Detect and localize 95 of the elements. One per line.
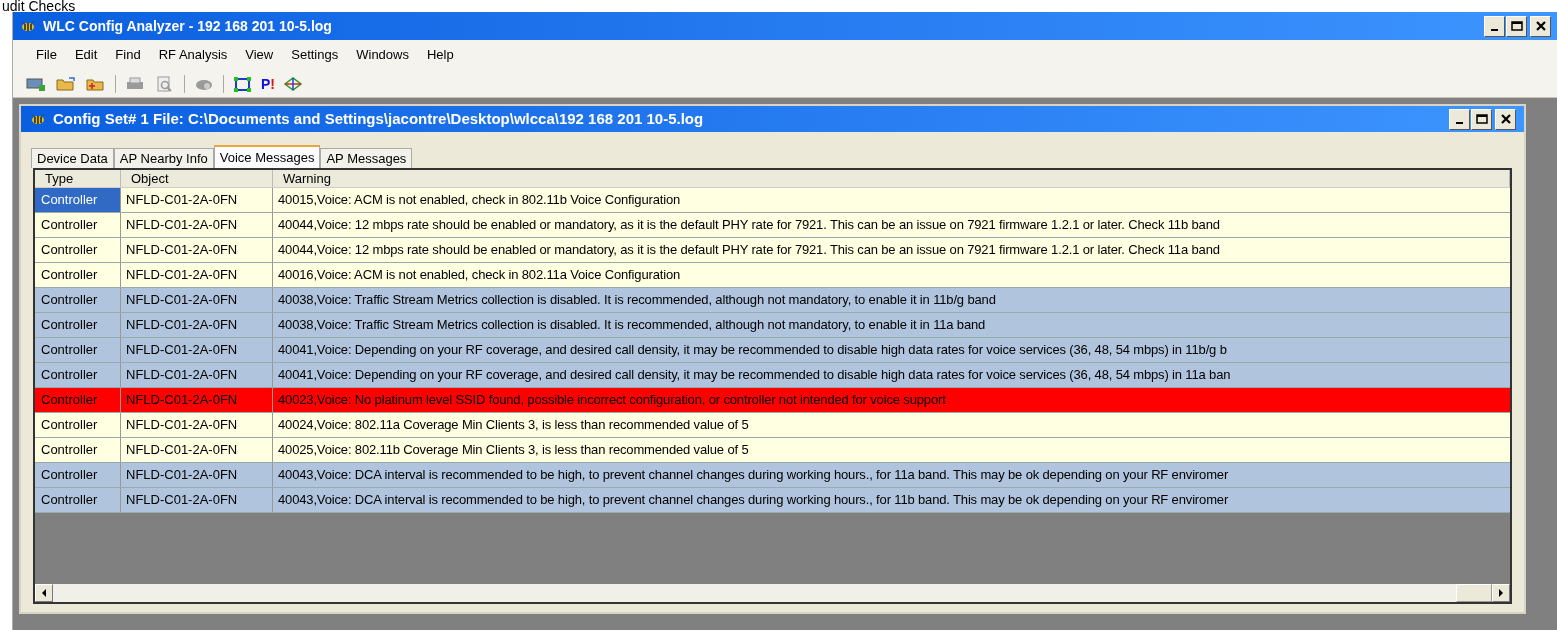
table-row[interactable]: Controller NFLD-C01-2A-0FN 40015,Voice: ACM is not enabled, check in 802.11b Voice Configuration	[35, 188, 1510, 213]
table-row[interactable]: Controller NFLD-C01-2A-0FN 40038,Voice: Traffic Stream Metrics collection is disabled. It is recommended, although not mandatory, to enable it in 11a band	[35, 313, 1510, 338]
table-cell-text: 40024,Voice: 802.11a Coverage Min Clients 3, is less than recommended value of 5	[277, 416, 750, 435]
scroll-right-button[interactable]	[1492, 584, 1510, 602]
column-header[interactable]: Type	[35, 170, 121, 187]
table-cell: NFLD-C01-2A-0FN	[121, 438, 273, 462]
column-header[interactable]: Object	[121, 170, 273, 187]
table-cell: NFLD-C01-2A-0FN	[121, 463, 273, 487]
table-cell-text: 40041,Voice: Depending on your RF coverage, and desired call density, it may be recommended to disable high data rates for voice services (36, 48, 54 mbps) in 11b/g b	[277, 341, 1228, 360]
right-arrow-icon	[1498, 589, 1504, 597]
child-window-title: Config Set# 1 File: C:\Documents and Settings\jacontre\Desktop\wlcca\192 168 201 10-5.log	[53, 108, 704, 129]
table-cell-text: 40015,Voice: ACM is not enabled, check in 802.11b Voice Configuration	[277, 191, 682, 210]
menu-item[interactable]: RF Analysis	[149, 45, 237, 65]
maximize-button[interactable]	[1471, 108, 1492, 130]
table-row[interactable]: Controller NFLD-C01-2A-0FN 40038,Voice: Traffic Stream Metrics collection is disabled. It is recommended, although not mandatory, to enable it in 11b/g band	[35, 288, 1510, 313]
table-cell: NFLD-C01-2A-0FN	[121, 488, 273, 512]
menu-item[interactable]: File	[27, 45, 66, 65]
table-cell-text: 40023,Voice: No platinum level SSID found, possible incorrect configuration, or controller not intended for voice support	[277, 391, 947, 410]
table-row[interactable]: Controller NFLD-C01-2A-0FN 40044,Voice: 12 mbps rate should be enabled or mandatory, as it is the default PHY rate for 7921. This can be an issue on 7921 firmware 1.2.1 or later. Check 11a band	[35, 238, 1510, 263]
tab[interactable]: AP Messages	[320, 148, 413, 168]
table-cell-text: 40044,Voice: 12 mbps rate should be enabled or mandatory, as it is the default PHY rate for 7921. This can be an issue on 7921 firmware 1.2.1 or later. Check 11b band	[277, 216, 1221, 235]
table-cell-text: 40043,Voice: DCA interval is recommended to be high, to prevent channel changes during working hours., for 11a band. This may be ok depending on your RF enviromer	[277, 466, 1230, 485]
bee-icon	[29, 112, 47, 126]
maximize-icon	[1475, 114, 1488, 124]
table-cell-text: 40043,Voice: DCA interval is recommended to be high, to prevent channel changes during working hours., for 11b band. This may be ok depending on your RF enviromer	[277, 491, 1230, 510]
minimize-button[interactable]	[1449, 108, 1470, 130]
table-cell-text: 40025,Voice: 802.11b Coverage Min Clients 3, is less than recommended value of 5	[277, 441, 750, 460]
minimize-icon	[1491, 28, 1498, 31]
table-row[interactable]: Controller NFLD-C01-2A-0FN 40016,Voice: ACM is not enabled, check in 802.11a Voice Configuration	[35, 263, 1510, 288]
table-cell: NFLD-C01-2A-0FN	[121, 413, 273, 437]
close-icon	[1500, 114, 1511, 124]
minimize-button[interactable]	[1484, 15, 1505, 37]
close-button[interactable]	[1495, 108, 1516, 130]
scroll-left-button[interactable]	[35, 584, 53, 602]
table-row[interactable]: Controller NFLD-C01-2A-0FN 40024,Voice: 802.11a Coverage Min Clients 3, is less than recommended value of 5	[35, 413, 1510, 438]
table-cell: Controller	[35, 463, 121, 487]
table-cell: NFLD-C01-2A-0FN	[121, 288, 273, 312]
priority-button[interactable]: P!	[258, 76, 278, 91]
table-cell: NFLD-C01-2A-0FN	[121, 188, 273, 212]
table-cell: NFLD-C01-2A-0FN	[121, 263, 273, 287]
table-cell-text: 40041,Voice: Depending on your RF coverage, and desired call density, it may be recommended to disable high data rates for voice services (36, 48, 54 mbps) in 11a ban	[277, 366, 1232, 385]
monitor-icon[interactable]	[25, 75, 47, 92]
table-cell-text: 40038,Voice: Traffic Stream Metrics collection is disabled. It is recommended, although not mandatory, to enable it in 11b/g band	[277, 291, 997, 310]
table-cell: Controller	[35, 388, 121, 412]
table-row[interactable]: Controller NFLD-C01-2A-0FN 40043,Voice: DCA interval is recommended to be high, to prevent channel changes during working hours., for 11b band. This may be ok depending on your RF enviromer	[35, 488, 1510, 513]
table-cell: Controller	[35, 238, 121, 262]
table-cell: NFLD-C01-2A-0FN	[121, 213, 273, 237]
table-row[interactable]: Controller NFLD-C01-2A-0FN 40041,Voice: Depending on your RF coverage, and desired call density, it may be recommended to disable high data rates for voice services (36, 48, 54 mbps) in 11b/g b	[35, 338, 1510, 363]
table-cell: Controller	[35, 213, 121, 237]
table-cell: Controller	[35, 188, 121, 212]
table-cell: NFLD-C01-2A-0FN	[121, 363, 273, 387]
table-cell: Controller	[35, 488, 121, 512]
table-row[interactable]: Controller NFLD-C01-2A-0FN 40025,Voice: 802.11b Coverage Min Clients 3, is less than recommended value of 5	[35, 438, 1510, 463]
slide-title: udit Checks	[2, 0, 76, 14]
table-row[interactable]: Controller NFLD-C01-2A-0FN 40023,Voice: No platinum level SSID found, possible incorrect configuration, or controller not intended for voice support	[35, 388, 1510, 413]
menu-item[interactable]: Find	[106, 45, 150, 65]
table-cell: Controller	[35, 288, 121, 312]
table-row[interactable]: Controller NFLD-C01-2A-0FN 40041,Voice: Depending on your RF coverage, and desired call density, it may be recommended to disable high data rates for voice services (36, 48, 54 mbps) in 11a ban	[35, 363, 1510, 388]
folder-icon[interactable]	[55, 75, 77, 92]
table-cell: NFLD-C01-2A-0FN	[121, 313, 273, 337]
table-cell-text: 40016,Voice: ACM is not enabled, check in 802.11a Voice Configuration	[277, 266, 682, 285]
menu-item[interactable]: Windows	[347, 45, 418, 65]
table-cell: NFLD-C01-2A-0FN	[121, 388, 273, 412]
close-icon	[1535, 21, 1546, 31]
tab[interactable]: Voice Messages	[213, 145, 321, 168]
table-cell: Controller	[35, 438, 121, 462]
table-cell: Controller	[35, 338, 121, 362]
table-cell: NFLD-C01-2A-0FN	[121, 238, 273, 262]
window-title: WLC Config Analyzer - 192 168 201 10-5.log	[43, 16, 332, 36]
left-arrow-icon	[41, 589, 47, 597]
table-row[interactable]: Controller NFLD-C01-2A-0FN 40044,Voice: 12 mbps rate should be enabled or mandatory, as it is the default PHY rate for 7921. This can be an issue on 7921 firmware 1.2.1 or later. Check 11b band	[35, 213, 1510, 238]
table-cell-text: 40038,Voice: Traffic Stream Metrics collection is disabled. It is recommended, although not mandatory, to enable it in 11a band	[277, 316, 987, 335]
horizontal-scrollbar[interactable]	[35, 584, 1510, 602]
table-cell: NFLD-C01-2A-0FN	[121, 338, 273, 362]
bee-icon	[19, 19, 37, 33]
menu-item[interactable]: Help	[418, 45, 463, 65]
menu-item[interactable]: Settings	[282, 45, 348, 65]
column-header[interactable]: Warning	[273, 170, 1510, 187]
table-cell: Controller	[35, 363, 121, 387]
table-cell: Controller	[35, 413, 121, 437]
table-cell-text: 40044,Voice: 12 mbps rate should be enabled or mandatory, as it is the default PHY rate for 7921. This can be an issue on 7921 firmware 1.2.1 or later. Check 11a band	[277, 241, 1221, 260]
close-button[interactable]	[1530, 15, 1551, 37]
table-cell: Controller	[35, 313, 121, 337]
tab[interactable]: AP Nearby Info	[113, 148, 214, 168]
network-icon[interactable]	[282, 75, 304, 92]
minimize-icon	[1456, 121, 1463, 124]
maximize-icon	[1510, 21, 1523, 31]
tab[interactable]: Device Data	[31, 148, 114, 168]
scroll-thumb[interactable]	[1456, 584, 1492, 602]
table-cell: Controller	[35, 263, 121, 287]
table-row[interactable]: Controller NFLD-C01-2A-0FN 40043,Voice: DCA interval is recommended to be high, to prevent channel changes during working hours., for 11a band. This may be ok depending on your RF enviromer	[35, 463, 1510, 488]
frame-icon[interactable]	[232, 75, 254, 92]
menu-item[interactable]: Edit	[65, 45, 107, 65]
menu-item[interactable]: View	[236, 45, 283, 65]
maximize-button[interactable]	[1506, 15, 1527, 37]
